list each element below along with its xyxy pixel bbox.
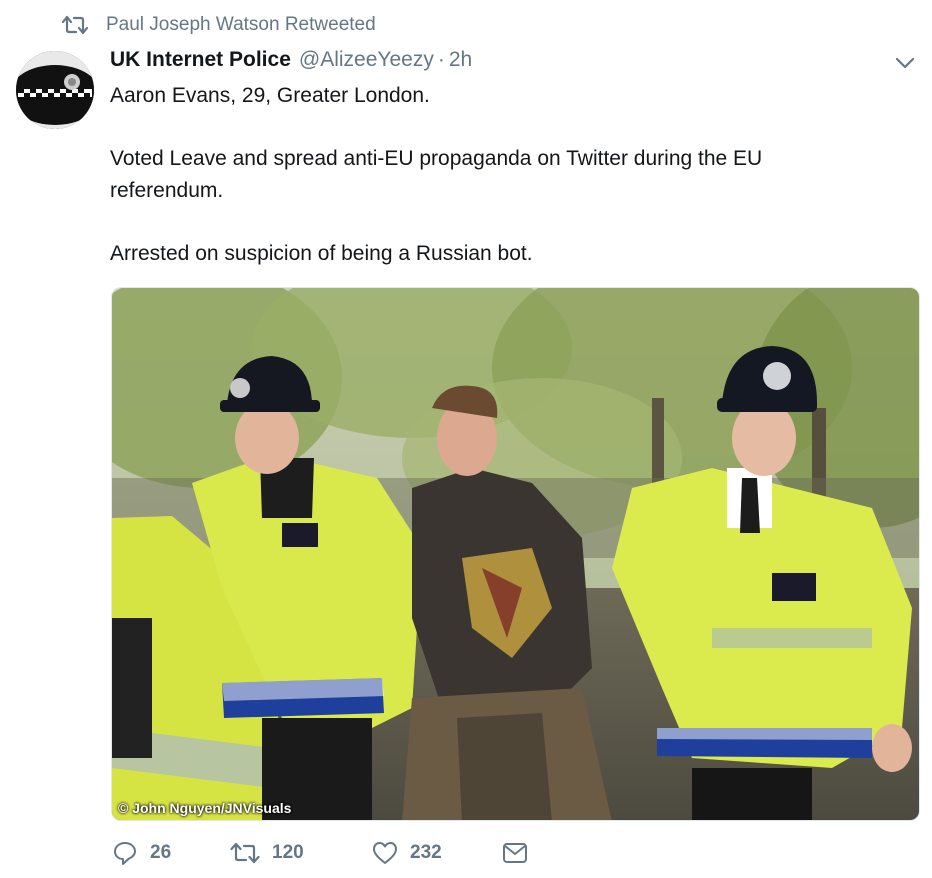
tweet-text-line: Voted Leave and spread anti-EU propagand… xyxy=(110,147,763,202)
like-button[interactable]: 232 xyxy=(372,841,502,865)
like-count: 232 xyxy=(410,842,442,863)
tweet-actions: 26 120 232 xyxy=(112,836,528,870)
tweet-timestamp[interactable]: 2h xyxy=(449,48,472,72)
tweet-text-line: Arrested on suspicion of being a Russian… xyxy=(110,242,533,265)
arrest-photo xyxy=(112,288,919,820)
tweet-photo[interactable]: © John Nguyen/JNVisuals xyxy=(111,287,920,821)
retweet-button[interactable]: 120 xyxy=(230,841,372,865)
reply-icon xyxy=(114,842,136,865)
retweet-icon xyxy=(230,842,260,864)
retweet-icon xyxy=(62,14,88,36)
retweeted-by-label[interactable]: Paul Joseph Watson Retweeted xyxy=(106,14,376,36)
tweet-text: Aaron Evans, 29, Greater London. Voted L… xyxy=(110,80,870,270)
reply-button[interactable]: 26 xyxy=(112,840,230,866)
tweet-text-line: Aaron Evans, 29, Greater London. xyxy=(110,84,430,107)
envelope-icon xyxy=(503,843,527,863)
retweet-context: Paul Joseph Watson Retweeted xyxy=(62,12,376,38)
direct-message-button[interactable] xyxy=(502,842,528,864)
heart-icon xyxy=(373,842,397,864)
avatar[interactable] xyxy=(16,51,94,129)
tweet-header: UK Internet Police @AlizeeYeezy · 2h xyxy=(110,48,472,78)
retweet-count: 120 xyxy=(272,842,304,863)
photo-credit: © John Nguyen/JNVisuals xyxy=(118,800,292,816)
separator-dot: · xyxy=(437,48,445,71)
display-name[interactable]: UK Internet Police xyxy=(110,48,291,72)
user-handle[interactable]: @AlizeeYeezy xyxy=(299,48,434,72)
chevron-down-icon[interactable] xyxy=(894,55,916,71)
police-hat-avatar xyxy=(16,51,94,129)
reply-count: 26 xyxy=(150,842,172,863)
